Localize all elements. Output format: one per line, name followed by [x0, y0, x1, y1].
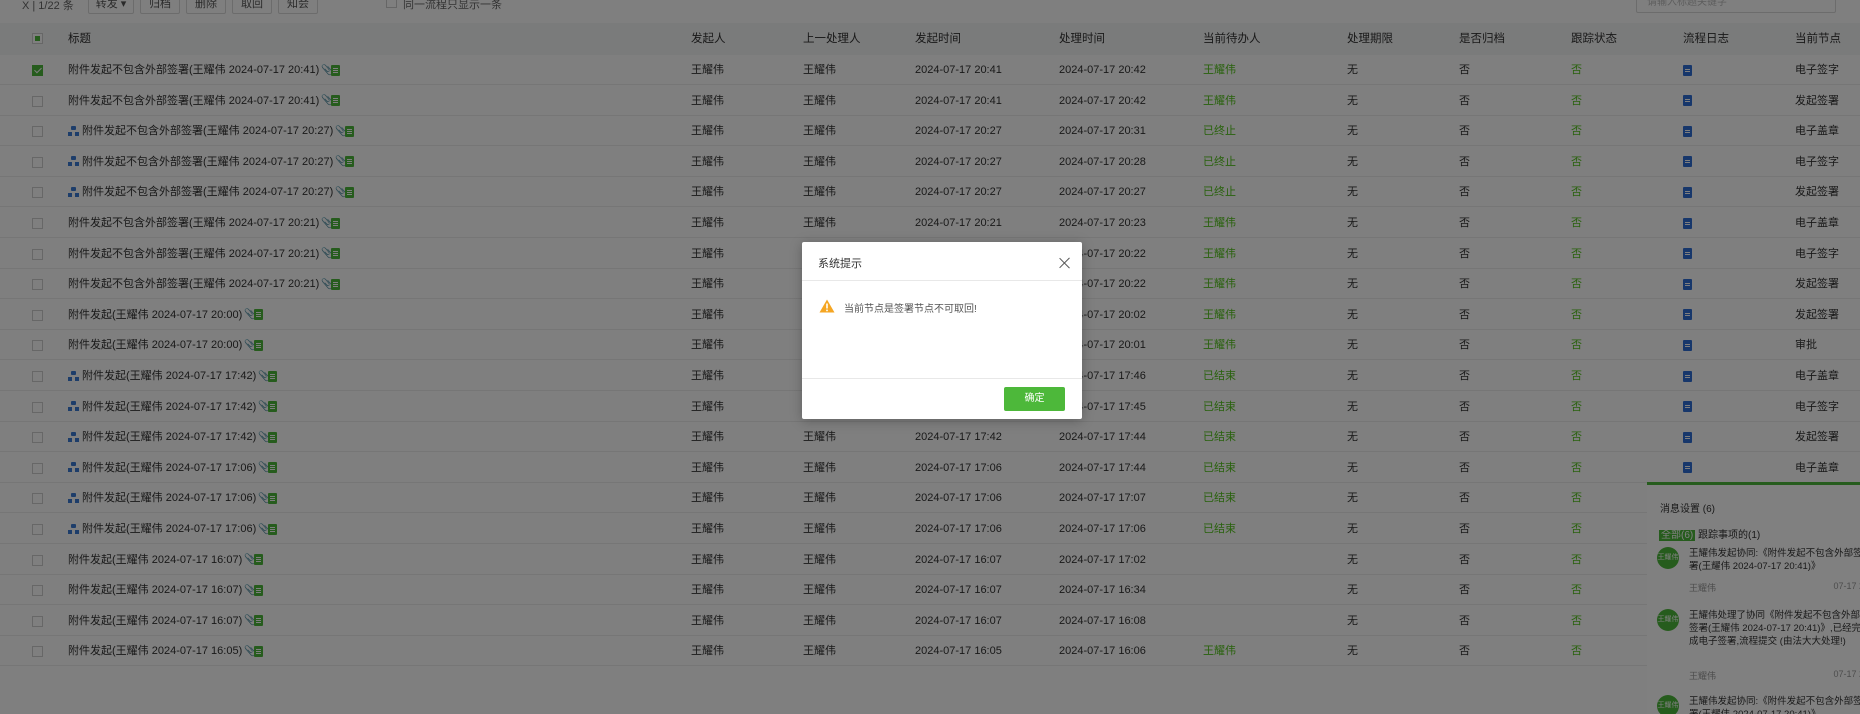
dialog-message: 当前节点是签署节点不可取回! [844, 304, 977, 315]
divider [802, 378, 1082, 379]
notification-user: 王耀伟 [1689, 671, 1717, 681]
dialog-title: 系统提示 [818, 258, 862, 270]
notification-meta: 王耀伟 07-17 20 [1689, 669, 1860, 682]
notification-text: 王耀伟处理了协同《附件发起不包含外部签署(王耀伟 2024-07-17 20:4… [1689, 610, 1860, 647]
avatar: 王耀伟 [1657, 695, 1679, 714]
tab-track[interactable]: 跟踪事项的(1) [1698, 530, 1760, 541]
close-icon[interactable] [1058, 256, 1072, 270]
notification-text: 王耀伟发起协同:《附件发起不包含外部签署(王耀伟 2024-07-17 20:4… [1689, 548, 1860, 572]
notification-panel: 消息设置 (6) 全部(6) 跟踪事项的(1) 王耀伟 王耀伟发起协同:《附件发… [1647, 482, 1860, 714]
system-prompt-dialog: 系统提示 当前节点是签署节点不可取回! 确定 [802, 242, 1082, 419]
notification-time: 07-17 20 [1833, 669, 1860, 679]
ok-button[interactable]: 确定 [1004, 387, 1065, 411]
divider [802, 280, 1082, 281]
notification-meta: 王耀伟 07-17 20 [1689, 581, 1860, 594]
notification-time: 07-17 20 [1833, 581, 1860, 591]
notification-tabs: 全部(6) 跟踪事项的(1) [1659, 526, 1760, 541]
warning-icon [819, 299, 835, 313]
avatar: 王耀伟 [1657, 609, 1679, 631]
notification-text: 王耀伟发起协同:《附件发起不包含外部签署(王耀伟 2024-07-17 20:4… [1689, 696, 1860, 714]
avatar: 王耀伟 [1657, 547, 1679, 569]
notification-user: 王耀伟 [1689, 583, 1717, 593]
notification-title: 消息设置 (6) [1660, 504, 1715, 515]
tab-all[interactable]: 全部(6) [1659, 530, 1696, 541]
